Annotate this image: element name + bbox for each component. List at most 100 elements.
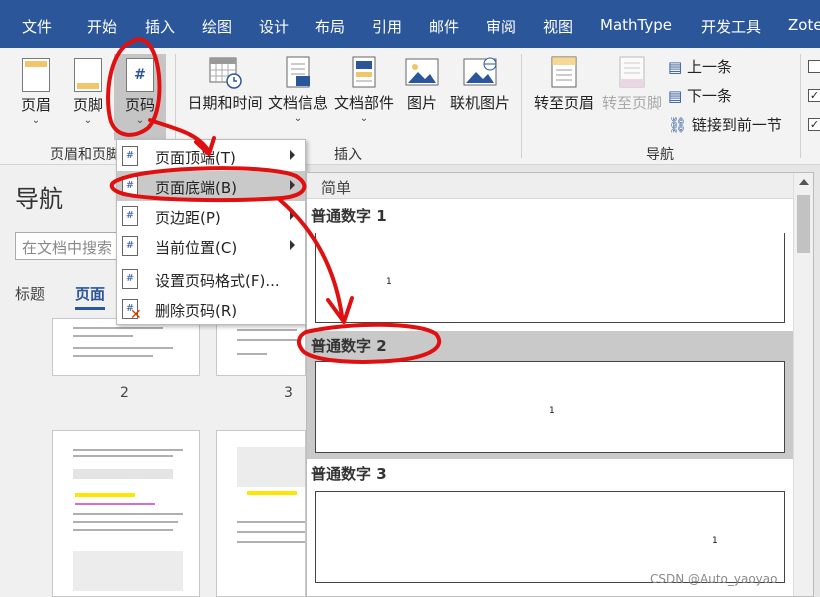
goto-footer-icon [619, 56, 645, 88]
submenu-arrow-icon [290, 210, 295, 220]
online-pictures-button[interactable]: 联机图片 [448, 54, 512, 140]
page-thumbnail[interactable] [216, 430, 306, 597]
footer-button[interactable]: 页脚 ⌄ [66, 54, 110, 140]
option-checkbox[interactable]: ✓ [808, 89, 820, 102]
pictures-button[interactable]: 图片 [400, 54, 444, 140]
gallery-preview-number: 1 [549, 406, 555, 416]
menu-item-label: 页面顶端(T) [155, 149, 236, 167]
menu-item-remove-page-numbers[interactable]: # ✕ 删除页码(R) [117, 294, 305, 324]
link-previous-button[interactable]: ⛓ 链接到前一节 [668, 114, 782, 135]
tab-home[interactable]: 开始 [87, 16, 117, 37]
calendar-clock-icon [209, 57, 242, 89]
page-thumbnail[interactable] [52, 318, 200, 376]
next-label: 下一条 [686, 87, 732, 105]
gallery-item-label: 普通数字 2 [309, 331, 795, 359]
menu-item-label: 页面底端(B) [155, 179, 237, 197]
chevron-down-icon: ⌄ [31, 115, 41, 126]
menu-item-label: 页边距(P) [155, 209, 221, 227]
tab-insert[interactable]: 插入 [145, 16, 175, 37]
gallery-preview-number: 1 [712, 536, 718, 546]
group-divider [521, 54, 522, 158]
gallery-preview-number: 1 [386, 277, 392, 287]
previous-button[interactable]: ▤ 上一条 [668, 56, 732, 77]
tab-view[interactable]: 视图 [543, 16, 573, 37]
quick-parts-button[interactable]: 文档部件 ⌄ [332, 54, 396, 140]
option-checkbox[interactable] [808, 60, 820, 73]
scroll-thumb[interactable] [797, 195, 810, 253]
menu-item-format-page-numbers[interactable]: # 设置页码格式(F)... [117, 264, 305, 294]
tab-references[interactable]: 引用 [372, 16, 402, 37]
page-number-icon: # [122, 236, 138, 256]
scroll-up-arrow-icon[interactable] [799, 179, 809, 185]
gallery-item-plain-number-1[interactable]: 1 [315, 233, 785, 323]
goto-footer-button: 转至页脚 [598, 54, 666, 140]
header-button-label: 页眉 [20, 96, 51, 114]
previous-icon: ▤ [668, 58, 683, 76]
tab-developer[interactable]: 开发工具 [701, 16, 761, 37]
gallery-item-plain-number-3[interactable]: 1 [315, 491, 785, 583]
menu-item-top-of-page[interactable]: # 页面顶端(T) [117, 141, 305, 171]
menu-bar: 文件 开始 插入 绘图 设计 布局 引用 邮件 审阅 视图 MathType 开… [0, 0, 820, 48]
tab-layout[interactable]: 布局 [315, 16, 345, 37]
menu-item-bottom-of-page[interactable]: # 页面底端(B) [117, 171, 305, 201]
doc-info-label: 文档信息 [267, 94, 328, 112]
menu-item-page-margins[interactable]: # 页边距(P) [117, 201, 305, 231]
watermark: CSDN @Auto_yaoyao [650, 572, 778, 586]
next-icon: ▤ [668, 87, 683, 105]
option-checkbox[interactable]: ✓ [808, 118, 820, 131]
tab-review[interactable]: 审阅 [486, 16, 516, 37]
menu-item-label: 当前位置(C) [155, 239, 238, 257]
page-number-menu: # 页面顶端(T) # 页面底端(B) # 页边距(P) # 当前位置(C) #… [116, 139, 306, 325]
tab-zotero[interactable]: Zote [788, 16, 820, 34]
goto-header-button[interactable]: 转至页眉 [530, 54, 598, 140]
gallery-scrollbar[interactable] [793, 173, 813, 596]
goto-header-icon [551, 56, 577, 88]
nav-pane-title: 导航 [15, 185, 63, 213]
submenu-arrow-icon [290, 180, 295, 190]
page-thumbnail-number: 2 [120, 385, 129, 401]
page-number-gallery: 简单 普通数字 1 1 普通数字 2 1 普通数字 3 1 [306, 172, 814, 597]
tab-design[interactable]: 设计 [259, 16, 289, 37]
date-time-button[interactable]: 日期和时间 [186, 54, 264, 140]
picture-icon [405, 58, 439, 86]
goto-footer-label: 转至页脚 [601, 94, 662, 112]
tab-draw[interactable]: 绘图 [202, 16, 232, 37]
menu-item-label: 设置页码格式(F)... [155, 272, 280, 290]
page-number-button-label: 页码 [124, 96, 155, 114]
group-divider [800, 54, 801, 158]
document-info-icon [286, 56, 310, 88]
page-number-button[interactable]: # 页码 ⌄ [114, 54, 166, 140]
gallery-item-plain-number-2[interactable]: 1 [315, 361, 785, 453]
page-number-icon: # [126, 58, 154, 92]
submenu-arrow-icon [290, 240, 295, 250]
header-button[interactable]: 页眉 ⌄ [14, 54, 58, 140]
next-button[interactable]: ▤ 下一条 [668, 85, 732, 106]
goto-header-label: 转至页眉 [533, 94, 594, 112]
link-icon: ⛓ [668, 116, 688, 134]
page-number-icon: # [122, 146, 138, 166]
page-thumbnail[interactable] [216, 318, 306, 376]
tab-file[interactable]: 文件 [22, 16, 52, 37]
group-label-navigation: 导航 [646, 147, 674, 163]
menu-item-label: 删除页码(R) [155, 302, 238, 320]
tab-mathtype[interactable]: MathType [600, 16, 672, 34]
nav-tab-headings[interactable]: 标题 [15, 283, 45, 304]
chevron-down-icon: ⌄ [83, 115, 93, 126]
gallery-item-label: 普通数字 3 [311, 465, 387, 483]
chevron-down-icon: ⌄ [293, 113, 303, 124]
pictures-label: 图片 [406, 94, 437, 112]
delete-x-icon: ✕ [130, 307, 142, 323]
page-thumbnail[interactable] [52, 430, 200, 597]
link-previous-label: 链接到前一节 [691, 116, 782, 134]
quick-parts-label: 文档部件 [333, 94, 394, 112]
footer-icon [74, 58, 102, 92]
submenu-arrow-icon [290, 150, 295, 160]
menu-item-current-position[interactable]: # 当前位置(C) [117, 231, 305, 261]
doc-info-button[interactable]: 文档信息 ⌄ [266, 54, 330, 140]
page-number-icon: # [122, 206, 138, 226]
nav-tab-pages[interactable]: 页面 [75, 283, 106, 310]
page-number-icon: # [122, 269, 138, 289]
previous-label: 上一条 [686, 58, 732, 76]
tab-mailings[interactable]: 邮件 [429, 16, 459, 37]
page-thumbnail-number: 3 [284, 385, 293, 401]
